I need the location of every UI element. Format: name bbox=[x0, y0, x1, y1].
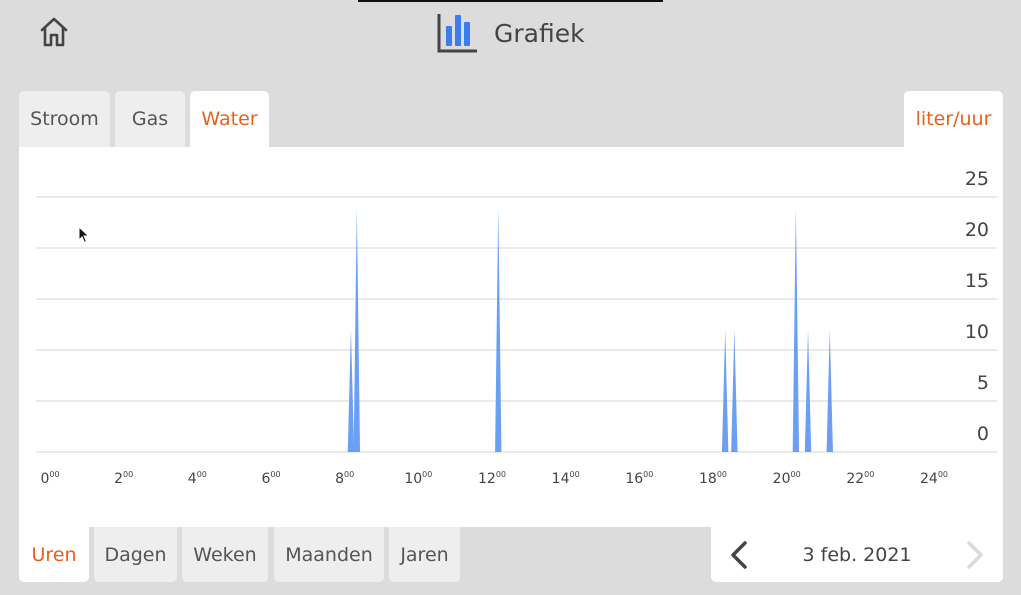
y-tick-label: 20 bbox=[965, 219, 989, 241]
data-spike bbox=[347, 329, 355, 452]
x-tick-hour: 4 bbox=[188, 471, 197, 487]
mouse-cursor-icon bbox=[78, 226, 90, 244]
y-tick-label: 15 bbox=[965, 270, 989, 292]
period-tab-maanden[interactable]: Maanden bbox=[274, 527, 384, 582]
x-tick-hour: 2 bbox=[114, 471, 123, 487]
chart-panel: 0 5 10 15 20 25 000 200 400 600 800 1000 1200 1400 160… bbox=[19, 147, 1003, 527]
page-header: Grafiek bbox=[436, 12, 585, 54]
y-tick-label: 25 bbox=[965, 168, 989, 190]
y-tick-label: 0 bbox=[977, 423, 989, 445]
x-tick-label: 400 bbox=[188, 470, 207, 487]
x-tick-hour: 8 bbox=[335, 471, 344, 487]
x-tick-label: 1200 bbox=[478, 470, 506, 487]
usage-chart: 0510152025000 200 400 600 800 1000 1200 1400 160… bbox=[36, 168, 997, 487]
data-spike bbox=[804, 329, 812, 452]
x-tick-minutes: 00 bbox=[422, 470, 432, 479]
x-tick-label: 1000 bbox=[404, 470, 432, 487]
data-spike bbox=[721, 329, 729, 452]
x-tick-label: 2000 bbox=[773, 470, 801, 487]
x-tick-hour: 16 bbox=[625, 471, 643, 487]
x-tick-minutes: 00 bbox=[270, 470, 280, 479]
data-spike bbox=[826, 329, 833, 452]
y-tick-label: 5 bbox=[977, 372, 989, 394]
x-tick-hour: 0 bbox=[40, 471, 49, 487]
data-spike bbox=[495, 207, 502, 452]
period-tab-uren[interactable]: Uren bbox=[19, 527, 89, 582]
x-tick-label: 1600 bbox=[625, 470, 653, 487]
x-tick-minutes: 00 bbox=[344, 470, 354, 479]
x-tick-hour: 22 bbox=[846, 471, 864, 487]
bar-chart-icon bbox=[437, 14, 477, 53]
tab-water[interactable]: Water bbox=[190, 91, 269, 147]
data-spike bbox=[731, 329, 738, 452]
x-tick-hour: 6 bbox=[261, 471, 270, 487]
x-tick-minutes: 00 bbox=[197, 470, 207, 479]
y-tick-label: 10 bbox=[965, 321, 989, 343]
data-spike bbox=[792, 207, 800, 452]
tab-gas[interactable]: Gas bbox=[115, 91, 185, 147]
x-tick-minutes: 00 bbox=[790, 470, 800, 479]
tab-stroom[interactable]: Stroom bbox=[19, 91, 110, 147]
x-tick-label: 600 bbox=[261, 470, 280, 487]
current-date: 3 feb. 2021 bbox=[802, 543, 912, 566]
x-tick-label: 000 bbox=[40, 470, 59, 487]
x-tick-hour: 14 bbox=[552, 471, 570, 487]
x-tick-hour: 10 bbox=[404, 471, 422, 487]
x-tick-label: 2400 bbox=[920, 470, 948, 487]
x-tick-hour: 18 bbox=[699, 471, 717, 487]
x-tick-hour: 20 bbox=[773, 471, 791, 487]
x-tick-label: 1400 bbox=[552, 470, 580, 487]
chevron-right-icon[interactable] bbox=[959, 539, 989, 571]
period-tab-jaren[interactable]: Jaren bbox=[389, 527, 460, 582]
date-navigator: 3 feb. 2021 bbox=[711, 527, 1003, 582]
chevron-left-icon[interactable] bbox=[725, 539, 755, 571]
x-tick-hour: 12 bbox=[478, 471, 496, 487]
page-title: Grafiek bbox=[494, 18, 585, 48]
x-tick-minutes: 00 bbox=[569, 470, 579, 479]
x-tick-minutes: 00 bbox=[938, 470, 948, 479]
x-tick-minutes: 00 bbox=[643, 470, 653, 479]
x-tick-label: 800 bbox=[335, 470, 354, 487]
period-tab-dagen[interactable]: Dagen bbox=[94, 527, 177, 582]
home-icon[interactable] bbox=[36, 14, 72, 50]
unit-label: liter/uur bbox=[904, 91, 1003, 147]
x-tick-label: 1800 bbox=[699, 470, 727, 487]
period-tab-weken[interactable]: Weken bbox=[182, 527, 268, 582]
x-tick-minutes: 00 bbox=[123, 470, 133, 479]
x-tick-minutes: 00 bbox=[864, 470, 874, 479]
data-spike bbox=[353, 207, 361, 452]
x-tick-hour: 24 bbox=[920, 471, 938, 487]
x-tick-label: 200 bbox=[114, 470, 133, 487]
x-tick-minutes: 00 bbox=[717, 470, 727, 479]
x-tick-minutes: 00 bbox=[49, 470, 59, 479]
window-top-edge bbox=[358, 0, 663, 2]
x-tick-label: 2200 bbox=[846, 470, 874, 487]
x-tick-minutes: 00 bbox=[496, 470, 506, 479]
